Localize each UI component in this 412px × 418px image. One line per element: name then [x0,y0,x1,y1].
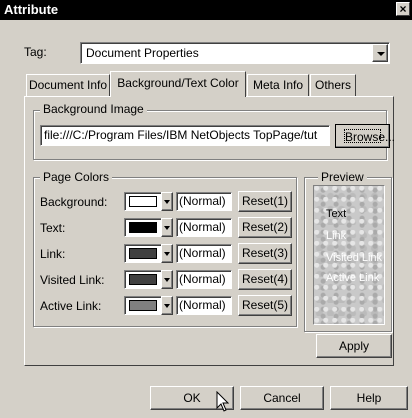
apply-button[interactable]: Apply [316,334,392,358]
reset-button[interactable]: Reset(3) [238,243,292,264]
chevron-down-icon [377,52,385,56]
browse-button[interactable]: Browse... [335,124,396,148]
color-value-field[interactable]: (Normal) [176,296,232,315]
background-image-path-input[interactable]: file:///C:/Program Files/IBM NetObjects … [40,125,330,146]
window-title: Attribute [4,2,59,17]
chevron-down-icon [164,252,170,256]
tab-document-info[interactable]: Document Info [26,74,110,96]
tag-dropdown-button[interactable] [372,44,388,62]
background-image-group-label: Background Image [40,102,147,116]
color-dropdown-button[interactable] [161,218,173,237]
preview-item: Active Link [326,272,380,284]
page-colors-group-label: Page Colors [40,170,113,184]
color-row-label: Active Link: [40,299,102,313]
color-swatch-fill [129,196,157,207]
color-swatch-fill [129,300,157,311]
preview-item: Link [326,230,347,242]
cancel-button[interactable]: Cancel [240,386,324,410]
preview-item: Text [326,208,347,220]
color-swatch[interactable] [124,296,162,315]
color-swatch-fill [129,222,157,233]
close-icon[interactable]: × [396,2,410,16]
chevron-down-icon [164,226,170,230]
color-dropdown-button[interactable] [161,270,173,289]
color-value-field[interactable]: (Normal) [176,192,232,211]
tag-select-value: Document Properties [86,46,199,60]
color-swatch-fill [129,274,157,285]
preview-group-label: Preview [318,170,367,184]
color-swatch[interactable] [124,192,162,211]
reset-button[interactable]: Reset(1) [238,191,292,212]
reset-button[interactable]: Reset(4) [238,269,292,290]
color-row-label: Visited Link: [40,273,105,287]
tag-label: Tag: [24,45,47,59]
color-dropdown-button[interactable] [161,192,173,211]
color-value-field[interactable]: (Normal) [176,218,232,237]
browse-button-label: Browse... [344,129,396,144]
color-dropdown-button[interactable] [161,296,173,315]
color-swatch-fill [129,248,157,259]
tab-meta-info[interactable]: Meta Info [247,74,309,96]
title-bar: Attribute × [0,0,412,20]
color-swatch[interactable] [124,218,162,237]
chevron-down-icon [164,304,170,308]
background-image-path: file:///C:/Program Files/IBM NetObjects … [44,128,318,142]
tag-select[interactable]: Document Properties [80,42,390,64]
color-value-field[interactable]: (Normal) [176,244,232,263]
help-button[interactable]: Help [330,386,408,410]
color-dropdown-button[interactable] [161,244,173,263]
chevron-down-icon [164,200,170,204]
color-row-label: Text: [40,221,66,235]
mouse-cursor-icon [216,391,230,412]
chevron-down-icon [164,278,170,282]
tab-others[interactable]: Others [310,74,356,96]
preview-item: Visited Link [326,252,383,264]
preview-box: Text Link Visited Link Active Link [313,185,385,325]
reset-button[interactable]: Reset(2) [238,217,292,238]
color-value-field[interactable]: (Normal) [176,270,232,289]
color-row-label: Link: [40,247,66,261]
color-swatch[interactable] [124,270,162,289]
color-swatch[interactable] [124,244,162,263]
tab-background-text-color[interactable]: Background/Text Color [110,71,246,97]
color-row-label: Background: [40,195,108,209]
reset-button[interactable]: Reset(5) [238,295,292,316]
